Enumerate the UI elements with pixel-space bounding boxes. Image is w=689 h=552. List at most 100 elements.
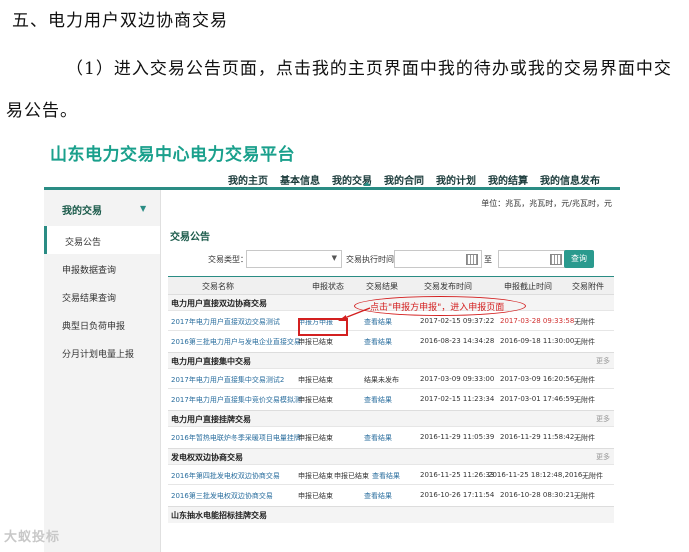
deadline-time: 2016-11-25 18:12:48,2016 xyxy=(488,471,583,479)
view-result-link[interactable]: 查看结果 xyxy=(364,491,392,501)
sidebar-item-label: 交易公告 xyxy=(65,238,102,248)
trade-name-link[interactable]: 2017年电力用户直接集中竞价交易模拟测试 xyxy=(171,395,301,405)
calendar-icon[interactable] xyxy=(550,254,562,265)
group-name: 电力用户直接双边协商交易 xyxy=(171,299,267,308)
nav-my-contracts[interactable]: 我的合同 xyxy=(384,172,424,187)
col-header: 申报状态 xyxy=(312,282,344,291)
trade-name-link[interactable]: 2016年第四批发电权双边协商交易 xyxy=(171,471,301,481)
deadline-time: 2017-03-01 17:46:59 xyxy=(500,395,575,403)
sidebar-item-label: 分月计划电量上报 xyxy=(62,350,135,360)
trading-platform-screenshot: 山东电力交易中心电力交易平台 我的主页 基本信息 我的交易 我的合同 我的计划 … xyxy=(44,134,620,552)
attachment-text: 无附件 xyxy=(574,434,595,442)
nav-basic-info[interactable]: 基本信息 xyxy=(280,172,320,187)
trade-name-link[interactable]: 2017年电力用户直接集中交易测试2 xyxy=(171,375,301,385)
group-row: 电力用户直接集中交易 更多 xyxy=(168,352,614,369)
view-result-link[interactable]: 查看结果 xyxy=(364,337,392,347)
publish-time: 2016-11-29 11:05:39 xyxy=(420,433,495,441)
bid-status: 申报已结束 xyxy=(298,472,333,480)
query-button[interactable]: 查询 xyxy=(564,250,594,268)
nav-my-plan[interactable]: 我的计划 xyxy=(436,172,476,187)
active-nav-caret xyxy=(363,182,371,186)
chevron-down-icon: ▼ xyxy=(331,254,337,262)
sidebar-item-label: 交易结果查询 xyxy=(62,294,117,304)
calendar-icon[interactable] xyxy=(466,254,478,265)
nav-home[interactable]: 我的主页 xyxy=(228,172,268,187)
publish-time: 2016-10-26 17:11:54 xyxy=(420,491,495,499)
bid-status: 申报已结束 xyxy=(298,492,333,500)
view-result-link[interactable]: 查看结果 xyxy=(364,395,392,405)
doc-paragraph: （1）进入交易公告页面，点击我的主页界面中我的待办或我的交易界面中交易公告。 xyxy=(6,59,672,121)
deadline-time: 2016-10-28 08:30:21 xyxy=(500,491,575,499)
group-name: 发电权双边协商交易 xyxy=(171,453,243,462)
trade-type-select[interactable]: ▼ xyxy=(246,250,342,268)
attachment-text: 无附件 xyxy=(574,376,595,384)
more-link[interactable]: 更多 xyxy=(596,356,610,366)
sidebar-item-label: 典型日负荷申报 xyxy=(62,322,126,332)
publish-time: 2016-11-25 11:26:33 xyxy=(420,471,495,479)
platform-title: 山东电力交易中心电力交易平台 xyxy=(50,145,295,165)
sidebar: 我的交易 ▼ 交易公告 申报数据查询 交易结果查询 典型日负荷申报 分月计划电量… xyxy=(44,190,161,552)
table-row: 2017年电力用户直接集中交易测试2 申报已结束 结果未发布 2017-03-0… xyxy=(168,368,614,389)
callout-arrow-icon xyxy=(338,307,371,321)
bid-status: 申报已结束 xyxy=(298,434,333,442)
sidebar-item-bid-query[interactable]: 申报数据查询 xyxy=(44,254,160,282)
deadline-time: 2016-11-29 11:58:42 xyxy=(500,433,575,441)
publish-time: 2017-02-15 09:37:22 xyxy=(420,317,495,325)
nav-my-info-publish[interactable]: 我的信息发布 xyxy=(540,172,600,187)
trade-name-link[interactable]: 2016年暂热电联炉冬季采暖项目电量挂牌交易 xyxy=(171,433,301,443)
view-result-link[interactable]: 查看结果 xyxy=(372,471,400,481)
nav-my-settlement[interactable]: 我的结算 xyxy=(488,172,528,187)
attachment-text: 无附件 xyxy=(574,318,595,326)
col-header: 交易名称 xyxy=(202,282,234,291)
top-navigation: 我的主页 基本信息 我的交易 我的合同 我的计划 我的结算 我的信息发布 xyxy=(44,170,620,188)
sidebar-header-label: 我的交易 xyxy=(62,206,102,217)
group-row: 电力用户直接挂牌交易 更多 xyxy=(168,410,614,427)
col-header: 申报截止时间 xyxy=(504,282,552,291)
trade-name-link[interactable]: 2017年电力用户直接双边交易测试 xyxy=(171,317,301,327)
deadline-time: 2017-03-28 09:33:58 xyxy=(500,317,575,325)
group-row: 山东抽水电能招标挂牌交易 xyxy=(168,506,614,523)
sidebar-header[interactable]: 我的交易 ▼ xyxy=(44,190,160,227)
col-header: 交易附件 xyxy=(572,282,604,291)
attachment-text: 无附件 xyxy=(574,338,595,346)
doc-heading: 五、电力用户双边协商交易 xyxy=(12,11,228,31)
attachment-text: 无附件 xyxy=(574,396,595,404)
group-name: 山东抽水电能招标挂牌交易 xyxy=(171,511,267,520)
more-link[interactable]: 更多 xyxy=(596,414,610,424)
col-header: 交易结果 xyxy=(366,282,398,291)
deadline-time: 2016-09-18 11:30:00 xyxy=(500,337,575,345)
bid-status: 申报已结束 xyxy=(298,376,333,384)
start-date-input[interactable] xyxy=(394,250,482,268)
trade-name-link[interactable]: 2016第三批发电权双边协商交易 xyxy=(171,491,301,501)
sidebar-item-load-bid[interactable]: 典型日负荷申报 xyxy=(44,310,160,338)
bid-status-extra: 申报已结束 xyxy=(334,472,369,480)
table-row: 2016年暂热电联炉冬季采暖项目电量挂牌交易 申报已结束 查看结果 2016-1… xyxy=(168,426,614,447)
sidebar-item-label: 申报数据查询 xyxy=(62,266,117,276)
filter-bar: 交易类型： ▼ 交易执行时间： 至 xyxy=(160,248,620,270)
more-link[interactable]: 更多 xyxy=(596,452,610,462)
main-content: 单位：兆瓦，兆瓦时，元/兆瓦时，元 交易公告 交易类型： ▼ 交易执行时间： 至… xyxy=(160,190,620,552)
publish-time: 2016-08-23 14:34:28 xyxy=(420,337,495,345)
to-label: 至 xyxy=(484,255,492,264)
group-name: 电力用户直接挂牌交易 xyxy=(171,415,251,424)
sidebar-item-announcements[interactable]: 交易公告 xyxy=(44,226,160,254)
type-label: 交易类型： xyxy=(208,255,248,264)
table-header: 交易名称 申报状态 交易结果 交易发布时间 申报截止时间 交易附件 xyxy=(168,276,614,295)
attachment-text: 无附件 xyxy=(574,492,595,500)
publish-time: 2017-03-09 09:33:00 xyxy=(420,375,495,383)
sidebar-item-monthly-plan[interactable]: 分月计划电量上报 xyxy=(44,338,160,366)
end-date-input[interactable] xyxy=(498,250,566,268)
watermark-logo: 大蚁投标 xyxy=(4,530,61,545)
bid-status: 申报已结束 xyxy=(298,338,333,346)
sidebar-item-result-query[interactable]: 交易结果查询 xyxy=(44,282,160,310)
view-result-link[interactable]: 查看结果 xyxy=(364,433,392,443)
col-header: 交易发布时间 xyxy=(424,282,472,291)
group-name: 电力用户直接集中交易 xyxy=(171,357,251,366)
deadline-time: 2017-03-09 16:20:56 xyxy=(500,375,575,383)
trade-name-link[interactable]: 2016第三批电力用户与发电企业直接交易 xyxy=(171,337,301,347)
table-row: 2017年电力用户直接集中竞价交易模拟测试 申报已结束 查看结果 2017-02… xyxy=(168,388,614,409)
table-row: 2016第三批电力用户与发电企业直接交易 申报已结束 查看结果 2016-08-… xyxy=(168,330,614,351)
chevron-down-icon: ▼ xyxy=(140,204,147,213)
bid-status: 申报已结束 xyxy=(298,396,333,404)
group-row: 发电权双边协商交易 更多 xyxy=(168,448,614,465)
